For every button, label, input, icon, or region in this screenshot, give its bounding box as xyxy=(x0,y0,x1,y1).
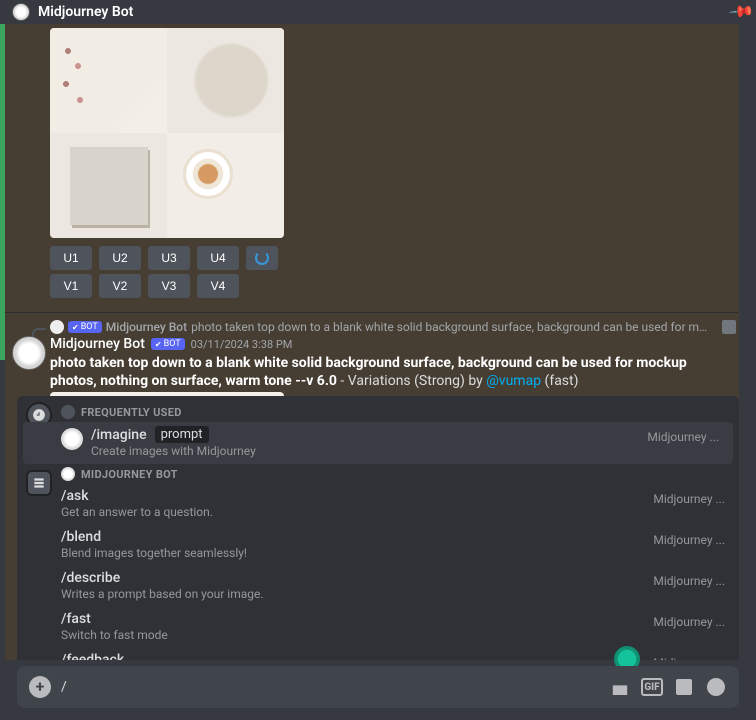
user-mention[interactable]: @vumap xyxy=(486,373,541,389)
u1-button[interactable]: U1 xyxy=(50,246,92,270)
cmd-imagine-src: Midjourney ... xyxy=(647,430,719,444)
u4-button[interactable]: U4 xyxy=(197,246,239,270)
message-timestamp: 03/11/2024 3:38 PM xyxy=(191,338,293,351)
cmd-fast-src: Midjourney ... xyxy=(653,615,725,629)
cmd-ask-src: Midjourney ... xyxy=(653,492,725,506)
dm-header: Midjourney Bot 📌 xyxy=(0,0,756,24)
reroll-button[interactable] xyxy=(246,246,278,270)
cmd-imagine-avatar xyxy=(61,428,83,450)
header-title: Midjourney Bot xyxy=(38,4,133,20)
image-quadrant-4 xyxy=(167,133,284,238)
gift-icon[interactable] xyxy=(609,678,631,696)
cmd-blend[interactable]: /blend Blend images together seamlessly!… xyxy=(17,525,739,566)
cmd-fast[interactable]: /fast Switch to fast mode Midjourney ... xyxy=(17,607,739,648)
reply-author: Midjourney Bot xyxy=(106,320,187,334)
cmd-ask-name: /ask xyxy=(61,488,89,504)
cmd-imagine-name: /imagine xyxy=(91,427,147,443)
freq-section-header: FREQUENTLY USED xyxy=(17,402,739,422)
emoji-icon[interactable] xyxy=(705,678,727,696)
cmd-ask[interactable]: /ask Get an answer to a question. Midjou… xyxy=(17,484,739,525)
input-icons: GIF xyxy=(609,678,727,696)
cmd-ask-desc: Get an answer to a question. xyxy=(61,505,725,519)
cmd-describe-src: Midjourney ... xyxy=(653,574,725,588)
message-author[interactable]: Midjourney Bot xyxy=(50,336,145,352)
slash-command-popup: FREQUENTLY USED /imagine prompt Create i… xyxy=(17,396,739,660)
image-quadrant-2 xyxy=(167,28,284,133)
attach-button[interactable] xyxy=(29,676,51,698)
midjourney-mini-icon xyxy=(61,467,75,481)
image-grid[interactable] xyxy=(50,28,284,238)
bot-title: MIDJOURNEY BOT xyxy=(81,468,178,481)
image-quadrant-3 xyxy=(50,133,167,238)
message-input[interactable]: / xyxy=(61,679,599,695)
image-attachment-icon xyxy=(722,320,736,334)
cmd-fast-name: /fast xyxy=(61,611,91,627)
reply-reference[interactable]: BOT Midjourney Bot photo taken top down … xyxy=(50,320,736,334)
upscale-row: U1 U2 U3 U4 xyxy=(50,246,278,270)
reply-bot-tag: BOT xyxy=(68,321,102,333)
message-body: photo taken top down to a blank white so… xyxy=(50,354,736,390)
cmd-imagine-desc: Create images with Midjourney xyxy=(61,444,719,458)
clock-icon xyxy=(61,405,75,419)
cmd-describe-name: /describe xyxy=(61,570,120,586)
sticker-icon[interactable] xyxy=(673,678,695,696)
reply-text: photo taken top down to a blank white so… xyxy=(191,320,712,334)
freq-title: FREQUENTLY USED xyxy=(81,406,182,419)
cmd-feedback-src: Midjourney ... xyxy=(653,656,725,660)
message-bot-tag: BOT xyxy=(151,338,185,350)
cmd-blend-desc: Blend images together seamlessly! xyxy=(61,546,725,560)
pin-icon[interactable]: 📌 xyxy=(728,0,755,25)
message-trail: (fast) xyxy=(541,373,578,389)
message-divider xyxy=(0,312,738,313)
u3-button[interactable]: U3 xyxy=(148,246,190,270)
cmd-fast-desc: Switch to fast mode xyxy=(61,628,725,642)
message-avatar[interactable] xyxy=(12,336,46,370)
cmd-describe-desc: Writes a prompt based on your image. xyxy=(61,587,725,601)
message-input-bar: / GIF xyxy=(17,666,739,708)
cmd-feedback-name: /feedback xyxy=(61,652,124,660)
v2-button[interactable]: V2 xyxy=(99,274,141,298)
reply-avatar xyxy=(50,320,64,334)
cmd-blend-name: /blend xyxy=(61,529,101,545)
cmd-describe[interactable]: /describe Writes a prompt based on your … xyxy=(17,566,739,607)
bot-section-header: MIDJOURNEY BOT xyxy=(17,464,739,484)
reroll-icon xyxy=(255,251,269,265)
v4-button[interactable]: V4 xyxy=(197,274,239,298)
message-suffix: - Variations (Strong) by xyxy=(337,373,486,389)
gif-icon[interactable]: GIF xyxy=(641,678,663,696)
u2-button[interactable]: U2 xyxy=(99,246,141,270)
v3-button[interactable]: V3 xyxy=(148,274,190,298)
variation-row: V1 V2 V3 V4 xyxy=(50,274,239,298)
message-header: Midjourney Bot BOT 03/11/2024 3:38 PM xyxy=(50,336,292,352)
cmd-imagine[interactable]: /imagine prompt Create images with Midjo… xyxy=(23,422,733,464)
unread-indicator xyxy=(0,24,5,360)
cmd-imagine-param: prompt xyxy=(155,426,209,443)
image-quadrant-1 xyxy=(50,28,167,133)
header-avatar xyxy=(12,3,30,21)
v1-button[interactable]: V1 xyxy=(50,274,92,298)
cmd-blend-src: Midjourney ... xyxy=(653,533,725,547)
